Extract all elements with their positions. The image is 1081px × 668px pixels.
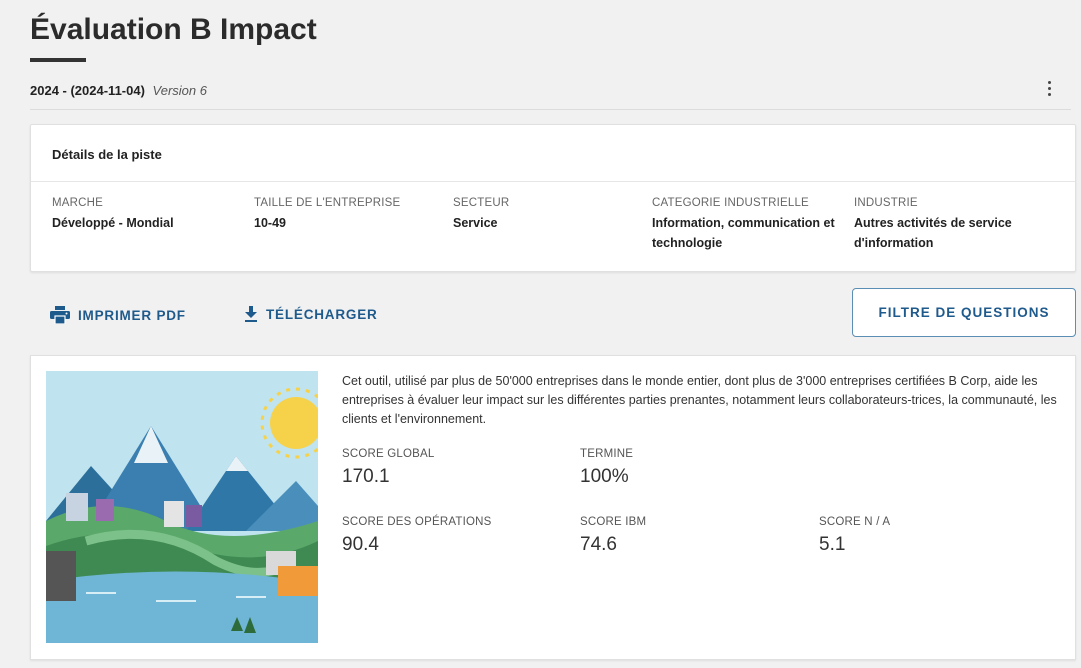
details-title: Détails de la piste [52,147,162,162]
stat-label: SCORE IBM [580,516,647,528]
field-company-size: TAILLE DE L'ENTREPRISE 10-49 [254,197,434,233]
track-details-card: Détails de la piste MARCHE Développé - M… [30,124,1076,272]
field-label: CATEGORIE INDUSTRIELLE [652,197,809,209]
field-label: SECTEUR [453,197,510,209]
field-value: Autres activités de service d'informatio… [854,216,1012,250]
details-separator [31,181,1075,182]
print-pdf-button[interactable]: IMPRIMER PDF [50,306,186,324]
actions-bar: IMPRIMER PDF TÉLÉCHARGER FILTRE DE QUEST… [0,288,1081,338]
field-sector: SECTEUR Service [453,197,633,233]
stat-label: SCORE DES OPÉRATIONS [342,516,492,528]
field-value: 10-49 [254,216,286,230]
download-button[interactable]: TÉLÉCHARGER [244,306,378,322]
field-value: Service [453,216,498,230]
landscape-illustration [46,371,318,643]
stat-label: TERMINE [580,448,634,460]
printer-icon [50,306,70,324]
stat-completion: TERMINE 100% [580,448,633,488]
stat-value: 5.1 [819,534,846,555]
stat-ibm-score: SCORE IBM 74.6 [580,516,646,556]
field-label: TAILLE DE L'ENTREPRISE [254,197,401,209]
header-divider [30,109,1071,110]
stat-na-score: SCORE N / A 5.1 [819,516,890,556]
download-icon [245,306,257,322]
stat-value: 90.4 [342,534,379,555]
field-label: INDUSTRIE [854,197,918,209]
more-vert-icon[interactable] [1039,78,1059,98]
stat-value: 100% [580,466,629,487]
title-underline [30,58,86,62]
field-industry: INDUSTRIE Autres activités de service d'… [854,197,1064,253]
stat-value: 74.6 [580,534,617,555]
stat-global-score: SCORE GLOBAL 170.1 [342,448,435,488]
field-market: MARCHE Développé - Mondial [52,197,242,233]
field-industry-category: CATEGORIE INDUSTRIELLE Information, comm… [652,197,852,253]
version-row: 2024 - (2024-11-04) Version 6 [30,83,207,98]
field-value: Développé - Mondial [52,216,174,230]
assessment-date: 2024 - (2024-11-04) [30,83,145,98]
assessment-description: Cet outil, utilisé par plus de 50'000 en… [342,374,1057,426]
stat-operations-score: SCORE DES OPÉRATIONS 90.4 [342,516,491,556]
page-title: Évaluation B Impact [30,13,317,46]
download-label: TÉLÉCHARGER [266,306,378,322]
stat-label: SCORE N / A [819,516,891,528]
field-value: Information, communication et technologi… [652,216,835,250]
question-filter-button[interactable]: FILTRE DE QUESTIONS [852,288,1076,337]
field-label: MARCHE [52,197,104,209]
stat-label: SCORE GLOBAL [342,448,435,460]
assessment-summary-card: Cet outil, utilisé par plus de 50'000 en… [30,355,1076,660]
stat-value: 170.1 [342,466,390,487]
version-label: Version 6 [152,83,207,98]
print-pdf-label: IMPRIMER PDF [78,307,186,323]
